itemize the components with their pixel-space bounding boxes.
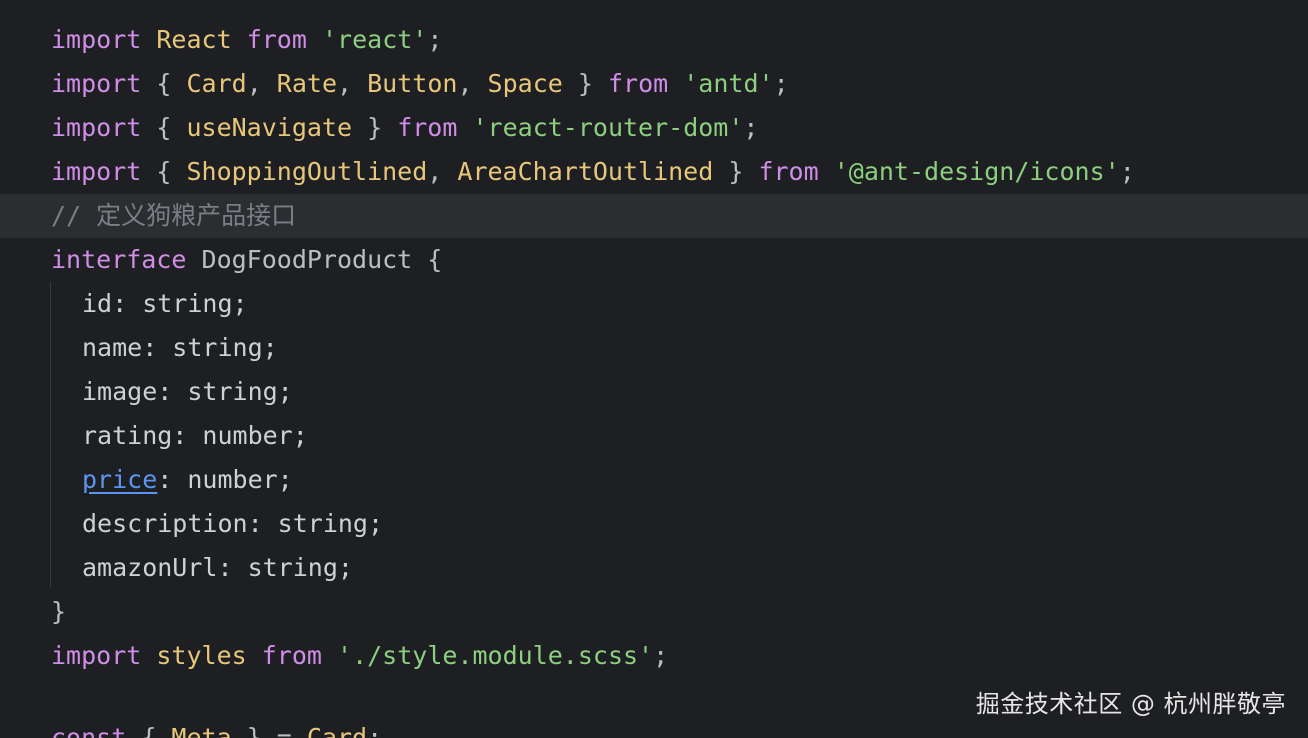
code-line-13: amazonUrl: string; bbox=[0, 546, 1308, 590]
code-text: description: string; bbox=[82, 509, 384, 538]
code-comment: // 定义狗粮产品接口 bbox=[51, 201, 297, 230]
code-text: ; bbox=[773, 69, 789, 98]
keyword: const bbox=[51, 723, 127, 738]
code-text: id: string; bbox=[82, 289, 248, 318]
identifier: AreaChartOutlined bbox=[457, 157, 714, 186]
string-literal: 'react-router-dom' bbox=[472, 113, 744, 142]
keyword: import bbox=[51, 157, 142, 186]
keyword: import bbox=[51, 69, 142, 98]
code-line-11: price: number; bbox=[0, 458, 1308, 502]
code-text: } bbox=[713, 157, 759, 186]
code-text: { bbox=[141, 113, 187, 142]
code-line-4: import { ShoppingOutlined, AreaChartOutl… bbox=[0, 150, 1308, 194]
keyword: import bbox=[51, 641, 142, 670]
identifier: Rate bbox=[276, 69, 338, 98]
code-line-14: } bbox=[0, 590, 1308, 634]
string-literal: 'react' bbox=[321, 25, 428, 54]
code-text: , bbox=[427, 157, 458, 186]
code-text: ; bbox=[1119, 157, 1135, 186]
code-text: { bbox=[141, 157, 187, 186]
identifier: React bbox=[156, 25, 232, 54]
keyword: import bbox=[51, 25, 142, 54]
code-line-7: id: string; bbox=[0, 282, 1308, 326]
identifier: Space bbox=[487, 69, 563, 98]
symbol-link[interactable]: price bbox=[82, 465, 157, 494]
string-literal: './style.module.scss' bbox=[337, 641, 654, 670]
string-literal: 'antd' bbox=[683, 69, 774, 98]
code-line-17-partial: const { Meta } = Card; bbox=[0, 716, 1308, 738]
code-line-15: import styles from './style.module.scss'… bbox=[0, 634, 1308, 678]
identifier: Button bbox=[367, 69, 458, 98]
code-line-8: name: string; bbox=[0, 326, 1308, 370]
code-text: { bbox=[141, 69, 187, 98]
code-line-2: import { Card, Rate, Button, Space } fro… bbox=[0, 62, 1308, 106]
keyword: from bbox=[397, 113, 458, 142]
code-text: image: string; bbox=[82, 377, 293, 406]
code-text: } bbox=[51, 597, 67, 626]
code-text: ; bbox=[743, 113, 759, 142]
code-editor[interactable]: import React from 'react'; import { Card… bbox=[0, 0, 1308, 738]
identifier: useNavigate bbox=[186, 113, 353, 142]
code-text: DogFoodProduct { bbox=[186, 245, 443, 274]
identifier: Card bbox=[186, 69, 247, 98]
code-text: } bbox=[562, 69, 608, 98]
identifier: styles bbox=[156, 641, 247, 670]
code-line-12: description: string; bbox=[0, 502, 1308, 546]
identifier: Meta bbox=[171, 723, 232, 738]
code-text: name: string; bbox=[82, 333, 278, 362]
keyword: from bbox=[758, 157, 819, 186]
code-text: ; bbox=[653, 641, 669, 670]
code-text: } = bbox=[231, 723, 307, 738]
code-text: amazonUrl: string; bbox=[82, 553, 353, 582]
watermark: 掘金技术社区 @ 杭州胖敬亭 bbox=[975, 690, 1286, 718]
code-text: , bbox=[337, 69, 368, 98]
code-text: : number; bbox=[157, 465, 293, 494]
keyword: from bbox=[246, 25, 307, 54]
keyword: import bbox=[51, 113, 142, 142]
identifier: ShoppingOutlined bbox=[186, 157, 428, 186]
keyword: interface bbox=[51, 245, 187, 274]
code-text: , bbox=[246, 69, 277, 98]
code-line-10: rating: number; bbox=[0, 414, 1308, 458]
code-line-3: import { useNavigate } from 'react-route… bbox=[0, 106, 1308, 150]
code-text: { bbox=[126, 723, 172, 738]
code-line-6: interface DogFoodProduct { bbox=[0, 238, 1308, 282]
keyword: from bbox=[261, 641, 322, 670]
code-text: ; bbox=[367, 723, 383, 738]
code-text: ; bbox=[427, 25, 443, 54]
identifier: Card bbox=[306, 723, 368, 738]
code-text: , bbox=[457, 69, 488, 98]
keyword: from bbox=[607, 69, 669, 98]
code-text: rating: number; bbox=[82, 421, 308, 450]
string-literal: '@ant-design/icons' bbox=[833, 157, 1120, 186]
code-line-9: image: string; bbox=[0, 370, 1308, 414]
code-line-1: import React from 'react'; bbox=[0, 18, 1308, 62]
code-text: } bbox=[352, 113, 398, 142]
code-line-5-current: // 定义狗粮产品接口 bbox=[0, 194, 1308, 238]
